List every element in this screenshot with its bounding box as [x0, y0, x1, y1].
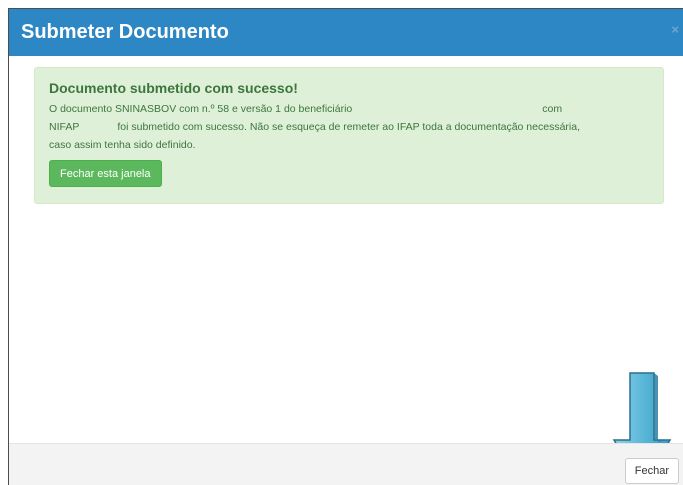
modal-header: Submeter Documento × — [9, 9, 683, 56]
alert-line2-start: NIFAP — [49, 121, 80, 133]
screenshot-frame: Submeter Documento × Documento submetido… — [0, 0, 683, 485]
alert-line3: caso assim tenha sido definido. — [49, 139, 196, 151]
modal-title: Submeter Documento — [21, 21, 229, 43]
success-alert: Documento submetido com sucesso! O docum… — [34, 67, 664, 204]
alert-heading: Documento submetido com sucesso! — [49, 80, 298, 96]
close-icon[interactable]: × — [671, 23, 679, 37]
alert-message: O documento SNINASBOV com n.º 58 e versã… — [49, 100, 649, 154]
alert-line2-end: foi submetido com sucesso. Não se esqueç… — [117, 121, 580, 133]
alert-line1-start: O documento SNINASBOV com n.º 58 e versã… — [49, 103, 353, 115]
close-window-button[interactable]: Fechar esta janela — [49, 160, 162, 187]
modal-body: Documento submetido com sucesso! O docum… — [9, 56, 683, 485]
close-button[interactable]: Fechar — [624, 458, 679, 484]
submit-document-modal: Submeter Documento × Documento submetido… — [8, 8, 683, 485]
modal-footer: Fechar — [9, 443, 683, 485]
alert-line1-end: com — [542, 103, 563, 115]
